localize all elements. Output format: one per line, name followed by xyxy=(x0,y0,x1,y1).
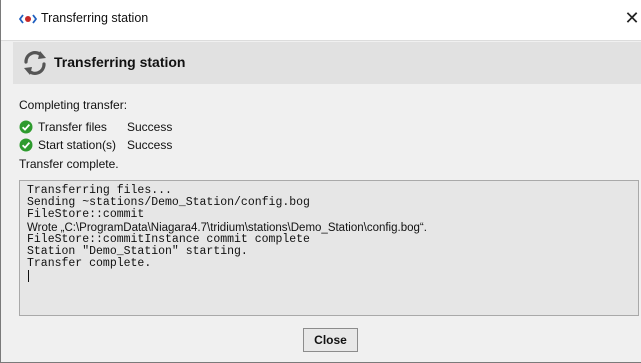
transfer-dialog: Transferring station ✕ Transferring stat… xyxy=(0,0,641,363)
text-cursor xyxy=(28,270,29,283)
close-button[interactable]: Close xyxy=(303,328,358,352)
close-icon[interactable]: ✕ xyxy=(623,8,641,28)
check-circle-icon xyxy=(19,120,33,134)
log-line: FileStore::commit xyxy=(27,208,145,222)
completing-transfer-label: Completing transfer: xyxy=(19,98,128,112)
niagara-logo-icon xyxy=(19,14,37,24)
sync-icon xyxy=(24,51,46,75)
check-circle-icon xyxy=(19,138,33,152)
transfer-log[interactable]: Transferring files... Sending ~stations/… xyxy=(19,180,639,316)
title-bar: Transferring station ✕ xyxy=(1,0,641,41)
dialog-heading: Transferring station xyxy=(54,54,186,70)
step-name: Start station(s) xyxy=(38,138,117,152)
log-line: Transfer complete. xyxy=(27,257,152,271)
step-status: Success xyxy=(127,138,173,152)
transfer-complete-label: Transfer complete. xyxy=(19,157,119,171)
log-cursor-line xyxy=(27,270,638,283)
dialog-header: Transferring station xyxy=(13,42,641,84)
step-name: Transfer files xyxy=(38,120,107,134)
step-status: Success xyxy=(127,120,173,134)
window-title: Transferring station xyxy=(41,11,149,25)
log-line: Wrote „C:\ProgramData\Niagara4.7\tridium… xyxy=(27,221,427,234)
